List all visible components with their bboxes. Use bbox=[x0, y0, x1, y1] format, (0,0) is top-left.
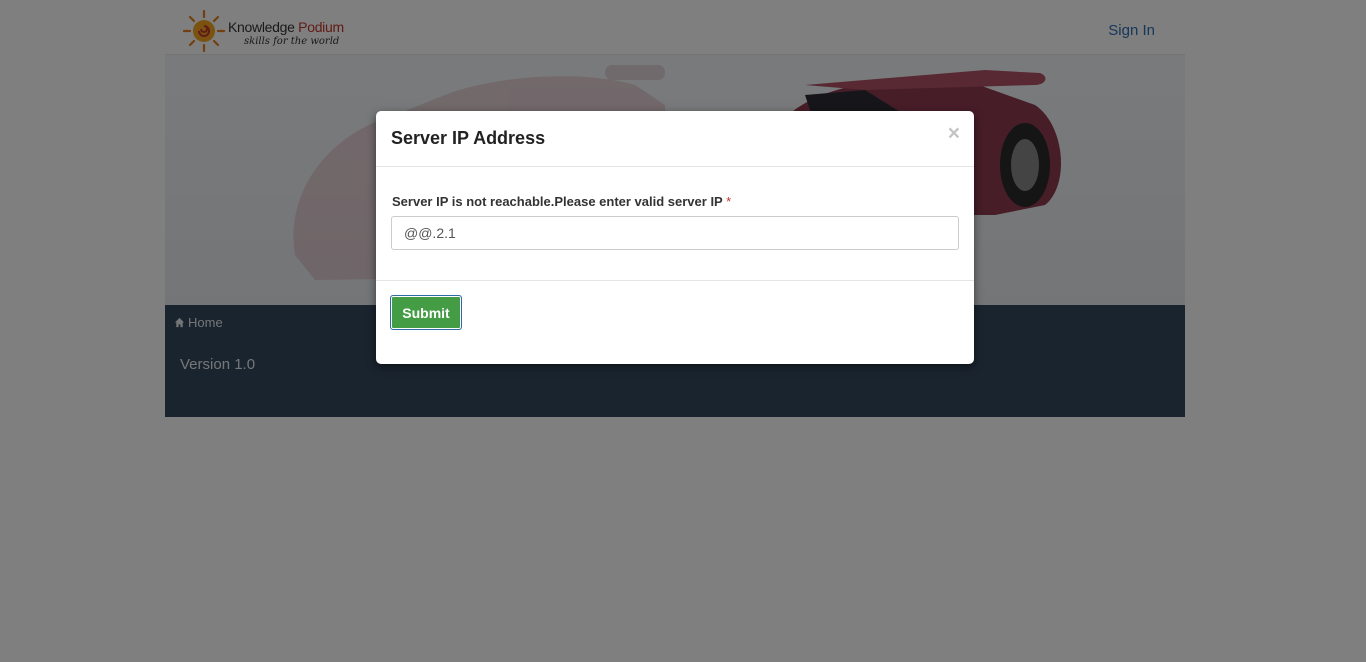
modal-header: Server IP Address × bbox=[376, 111, 974, 167]
server-ip-dialog: Server IP Address × Server IP is not rea… bbox=[376, 111, 974, 364]
modal-body: Server IP is not reachable.Please enter … bbox=[376, 167, 974, 281]
modal-footer: Submit bbox=[376, 281, 974, 363]
submit-button[interactable]: Submit bbox=[390, 295, 462, 330]
modal-title: Server IP Address bbox=[391, 128, 546, 148]
required-marker: * bbox=[726, 194, 732, 209]
server-ip-input[interactable] bbox=[391, 216, 959, 250]
server-ip-label: Server IP is not reachable.Please enter … bbox=[392, 194, 732, 209]
close-icon[interactable]: × bbox=[948, 123, 960, 144]
